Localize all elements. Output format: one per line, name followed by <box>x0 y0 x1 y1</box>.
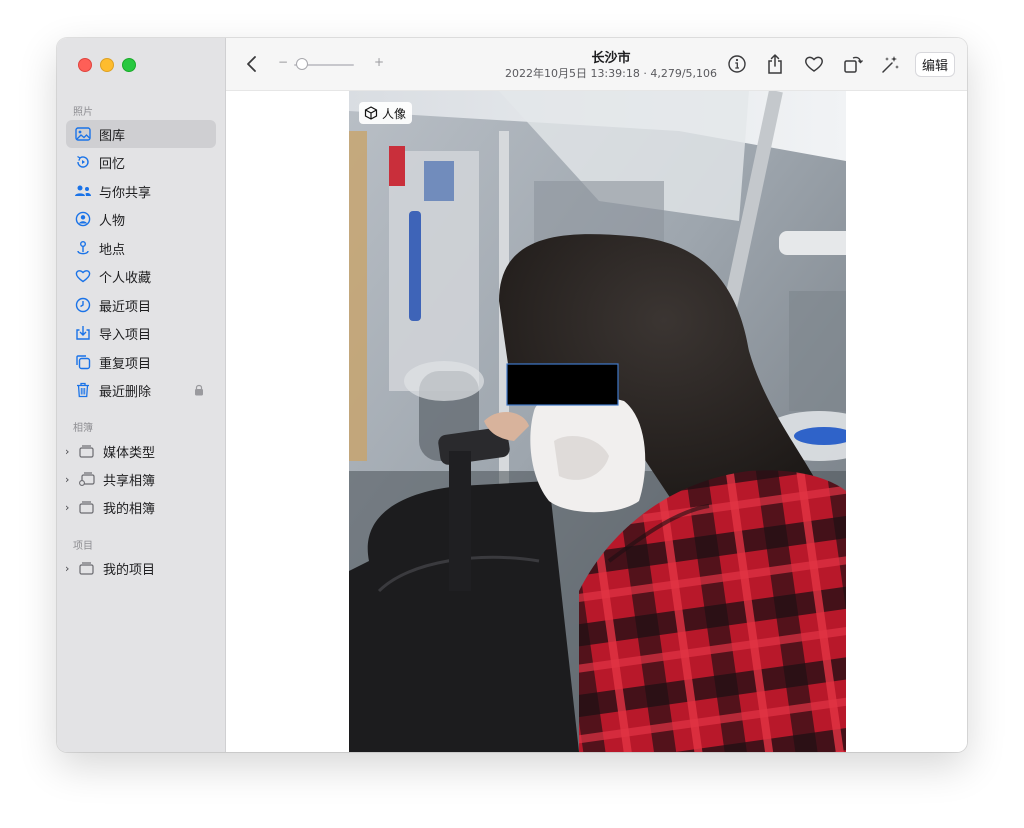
sidebar-item-shared-with-you[interactable]: 与你共享 <box>66 177 216 205</box>
share-icon[interactable] <box>764 53 786 75</box>
portrait-photo-image <box>349 91 846 752</box>
sidebar-item-shared-albums[interactable]: › 共享相簿 <box>65 467 155 491</box>
auto-enhance-icon[interactable] <box>879 53 901 75</box>
chevron-right-icon[interactable]: › <box>65 501 77 514</box>
sidebar-item-duplicates[interactable]: 重复项目 <box>66 348 216 376</box>
sidebar-item-label: 图库 <box>99 128 126 144</box>
sidebar-item-label: 我的相簿 <box>103 501 156 517</box>
sidebar-item-label: 导入项目 <box>99 327 152 343</box>
sidebar-item-recently-deleted[interactable]: 最近删除 <box>66 376 216 404</box>
portrait-badge-label: 人像 <box>382 106 407 121</box>
cube-icon <box>364 106 378 120</box>
sidebar-item-media-types[interactable]: › 媒体类型 <box>65 439 155 463</box>
toolbar: − + 长沙市 2022年10月5日 13:39:18 · 4,279/5,10… <box>226 38 967 91</box>
folder-icon <box>79 561 95 575</box>
memories-icon <box>74 153 92 171</box>
sidebar-item-places[interactable]: 地点 <box>66 234 216 262</box>
shared-with-you-icon <box>74 182 92 200</box>
zoom-in-label: + <box>373 55 384 69</box>
portrait-badge[interactable]: 人像 <box>359 102 413 124</box>
clock-icon <box>74 296 92 314</box>
sidebar-item-label: 与你共享 <box>99 185 152 201</box>
sidebar-item-label: 重复项目 <box>99 356 152 372</box>
shared-folder-icon <box>79 472 95 486</box>
sidebar-item-label: 地点 <box>99 242 126 258</box>
sidebar-item-label: 最近删除 <box>99 384 152 400</box>
back-button[interactable] <box>242 52 262 76</box>
lock-icon <box>194 384 204 400</box>
folder-icon <box>79 500 95 514</box>
sidebar-item-my-projects[interactable]: › 我的项目 <box>65 556 155 580</box>
zoom-out-label: − <box>278 55 289 69</box>
chevron-right-icon[interactable]: › <box>65 562 77 575</box>
minimize-window-button[interactable] <box>100 58 114 72</box>
heart-icon <box>74 267 92 285</box>
section-title-photos: 照片 <box>73 107 93 118</box>
photo-location-title: 长沙市 <box>591 51 631 66</box>
section-title-albums: 相簿 <box>73 423 93 434</box>
favorite-heart-icon[interactable] <box>803 53 825 75</box>
sidebar-item-label: 共享相簿 <box>103 473 156 489</box>
section-title-projects: 项目 <box>73 541 93 552</box>
chevron-right-icon[interactable]: › <box>65 473 77 486</box>
sidebar-item-my-albums[interactable]: › 我的相簿 <box>65 495 155 519</box>
people-icon <box>74 210 92 228</box>
zoom-knob[interactable] <box>296 58 308 70</box>
sidebar-item-label: 人物 <box>99 213 126 229</box>
places-icon <box>74 239 92 257</box>
photo-viewer: 人像 <box>226 91 967 752</box>
sidebar-item-memories[interactable]: 回忆 <box>66 148 216 176</box>
rotate-icon[interactable] <box>842 53 864 75</box>
sidebar-item-label: 个人收藏 <box>99 270 152 286</box>
info-icon[interactable] <box>726 53 748 75</box>
window-controls <box>78 58 136 72</box>
sidebar-item-imports[interactable]: 导入项目 <box>66 319 216 347</box>
zoom-window-button[interactable] <box>122 58 136 72</box>
photo-library-icon <box>74 125 92 143</box>
zoom-slider[interactable]: − + <box>278 55 384 72</box>
sidebar-item-label: 最近项目 <box>99 299 152 315</box>
photo-date-count: 2022年10月5日 13:39:18 · 4,279/5,106 <box>504 67 718 80</box>
close-window-button[interactable] <box>78 58 92 72</box>
sidebar-item-library[interactable]: 图库 <box>66 120 216 148</box>
folder-icon <box>79 444 95 458</box>
import-icon <box>74 324 92 342</box>
sidebar-item-label: 我的项目 <box>103 562 156 578</box>
chevron-right-icon[interactable]: › <box>65 445 77 458</box>
sidebar: 照片 图库 回忆 与你共享 人物 地点 个人收藏 最近项目 导入项目 重复项目 … <box>57 38 226 752</box>
sidebar-item-recents[interactable]: 最近项目 <box>66 291 216 319</box>
trash-icon <box>74 381 92 399</box>
photo[interactable]: 人像 <box>349 91 846 752</box>
sidebar-item-people[interactable]: 人物 <box>66 205 216 233</box>
sidebar-item-favorites[interactable]: 个人收藏 <box>66 262 216 290</box>
duplicates-icon <box>74 353 92 371</box>
sidebar-item-label: 回忆 <box>99 156 126 172</box>
photos-window: 照片 图库 回忆 与你共享 人物 地点 个人收藏 最近项目 导入项目 重复项目 … <box>57 38 967 752</box>
sidebar-item-label: 媒体类型 <box>103 445 156 461</box>
edit-button[interactable]: 编辑 <box>915 52 955 77</box>
